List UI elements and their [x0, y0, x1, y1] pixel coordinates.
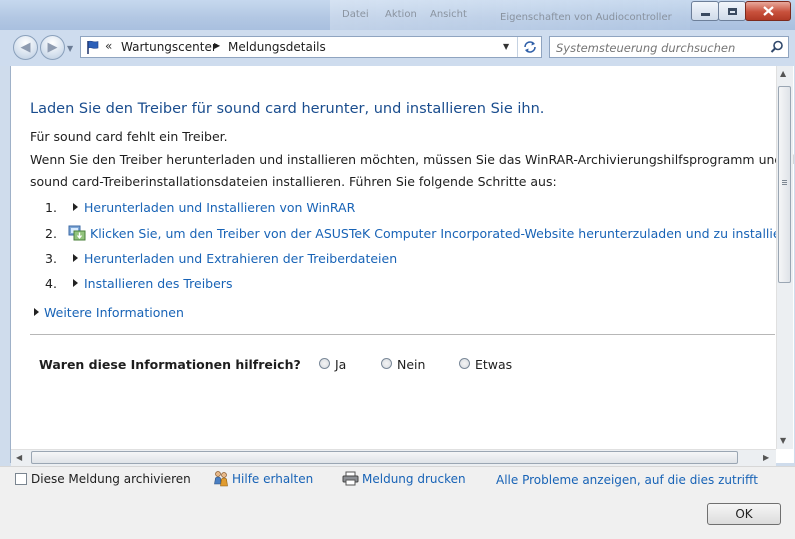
ghost-menu-ansicht: Ansicht — [430, 9, 467, 20]
all-problems-link[interactable]: Alle Probleme anzeigen, auf die dies zut… — [496, 473, 758, 487]
feedback-label-nein[interactable]: Nein — [397, 357, 425, 372]
minimize-button[interactable] — [691, 1, 719, 21]
maximize-icon — [727, 7, 737, 15]
back-arrow-icon: ◀ — [20, 40, 31, 55]
chevron-down-icon: ▼ — [67, 44, 74, 53]
close-button[interactable] — [745, 1, 791, 21]
help-link[interactable]: Hilfe erhalten — [232, 472, 313, 486]
download-driver-icon — [68, 225, 86, 241]
close-icon — [762, 6, 774, 16]
feedback-question: Waren diese Informationen hilfreich? — [39, 357, 301, 372]
step-link-download-asus-driver[interactable]: Klicken Sie, um den Treiber von der ASUS… — [90, 226, 793, 241]
back-button[interactable]: ◀ — [13, 35, 38, 60]
feedback-radio-etwas[interactable] — [459, 358, 470, 369]
refresh-icon — [524, 41, 536, 53]
forward-button[interactable]: ▶ — [40, 35, 65, 60]
more-info-link[interactable]: Weitere Informationen — [44, 305, 184, 320]
step-expand-arrow-icon[interactable] — [73, 254, 78, 262]
missing-driver-text: Für sound card fehlt ein Treiber. — [30, 129, 228, 144]
scroll-up-arrow-icon[interactable]: ▲ — [780, 69, 786, 78]
search-box[interactable] — [549, 36, 789, 58]
feedback-label-etwas[interactable]: Etwas — [475, 357, 512, 372]
minimize-icon — [700, 12, 710, 16]
maximize-button[interactable] — [718, 1, 746, 21]
refresh-button[interactable] — [517, 37, 542, 57]
printer-icon — [342, 471, 359, 486]
vertical-scrollbar[interactable]: ▲ ▼ — [776, 66, 793, 449]
step-number-1: 1. — [45, 200, 57, 215]
address-bar[interactable]: « Wartungscenter ▶ Meldungsdetails ▼ — [80, 36, 542, 58]
step-number-2: 2. — [45, 226, 57, 241]
section-divider — [30, 334, 775, 335]
breadcrumb-separator: « — [105, 39, 113, 53]
step-expand-arrow-icon[interactable] — [73, 279, 78, 287]
feedback-radio-ja[interactable] — [319, 358, 330, 369]
ghost-menu-datei: Datei — [342, 9, 369, 20]
archive-checkbox[interactable] — [15, 473, 27, 485]
horizontal-scrollbar[interactable]: ◀ ▶ — [11, 449, 776, 466]
instructions-text-line2: sound card-Treiberinstallationsdateien i… — [30, 174, 557, 189]
breadcrumb-item-meldungsdetails[interactable]: Meldungsdetails — [228, 40, 326, 54]
step-link-install-winrar[interactable]: Herunterladen und Installieren von WinRA… — [84, 200, 355, 215]
ghost-window-title: Eigenschaften von Audiocontroller — [500, 12, 672, 23]
step-link-extract-driver-files[interactable]: Herunterladen und Extrahieren der Treibe… — [84, 251, 397, 266]
action-center-flag-icon — [87, 40, 99, 54]
horizontal-scroll-thumb[interactable] — [31, 451, 738, 464]
page-title: Laden Sie den Treiber für sound card her… — [30, 101, 545, 117]
help-people-icon — [214, 471, 228, 487]
feedback-label-ja[interactable]: Ja — [335, 357, 346, 372]
ok-button[interactable]: OK — [707, 503, 781, 525]
address-history-chevron-icon[interactable]: ▼ — [503, 42, 509, 51]
vertical-scroll-thumb[interactable] — [778, 86, 791, 283]
step-number-4: 4. — [45, 276, 57, 291]
more-info-expand-arrow-icon[interactable] — [34, 308, 39, 316]
forward-arrow-icon: ▶ — [47, 40, 58, 55]
background-window-ghost: Datei Aktion Ansicht Eigenschaften von A… — [330, 0, 690, 30]
archive-label[interactable]: Diese Meldung archivieren — [31, 472, 191, 486]
ghost-menu-aktion: Aktion — [385, 9, 417, 20]
instructions-text-line1: Wenn Sie den Treiber herunterladen und i… — [30, 152, 795, 167]
step-expand-arrow-icon[interactable] — [73, 203, 78, 211]
scroll-right-arrow-icon[interactable]: ▶ — [763, 453, 769, 462]
step-number-3: 3. — [45, 251, 57, 266]
scroll-down-arrow-icon[interactable]: ▼ — [780, 436, 786, 445]
breadcrumb-arrow-icon[interactable]: ▶ — [214, 41, 220, 50]
breadcrumb-item-wartungscenter[interactable]: Wartungscenter — [121, 40, 217, 54]
recent-pages-dropdown[interactable]: ▼ — [67, 44, 73, 53]
scroll-left-arrow-icon[interactable]: ◀ — [16, 453, 22, 462]
search-icon[interactable] — [770, 40, 784, 54]
print-link[interactable]: Meldung drucken — [362, 472, 466, 486]
search-input[interactable] — [554, 38, 768, 57]
step-link-install-driver[interactable]: Installieren des Treibers — [84, 276, 232, 291]
feedback-radio-nein[interactable] — [381, 358, 392, 369]
